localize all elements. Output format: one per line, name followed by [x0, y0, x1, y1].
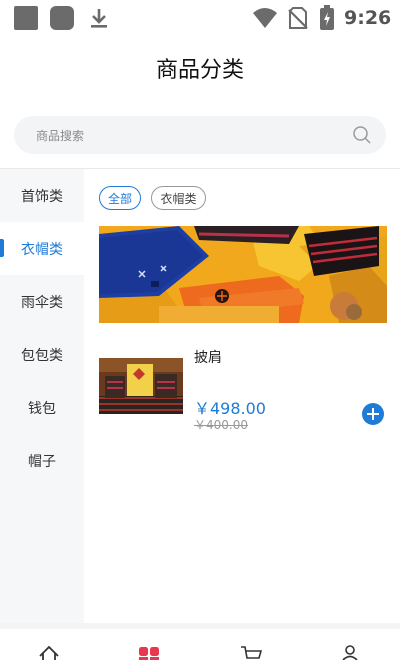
- sidebar-item-label: 首饰类: [21, 188, 63, 205]
- status-time: 9:26: [344, 7, 392, 29]
- banner-image: [99, 226, 387, 323]
- no-sim-icon: [288, 7, 308, 29]
- category-icon[interactable]: [138, 645, 160, 660]
- sidebar-item-label: 雨伞类: [21, 294, 63, 311]
- status-bar: 9:26: [0, 0, 400, 36]
- promo-banner[interactable]: [99, 226, 387, 323]
- filter-chip-all[interactable]: 全部: [99, 186, 141, 210]
- bottom-nav: [0, 629, 400, 660]
- download-icon: [91, 9, 107, 28]
- chip-label: 衣帽类: [160, 191, 197, 206]
- product-original-price: ￥400.00: [194, 418, 248, 432]
- product-image[interactable]: [99, 358, 183, 414]
- product-thumbnail: [99, 358, 183, 414]
- sidebar-item-clothing-hats[interactable]: 衣帽类: [0, 222, 84, 275]
- sidebar-item-umbrellas[interactable]: 雨伞类: [0, 275, 84, 328]
- home-icon[interactable]: [38, 645, 60, 660]
- chip-label: 全部: [107, 191, 132, 206]
- add-to-cart-button[interactable]: [362, 403, 384, 425]
- product-name[interactable]: 披肩: [194, 347, 222, 367]
- sidebar-item-label: 帽子: [28, 453, 56, 470]
- category-sidebar: 首饰类 衣帽类 雨伞类 包包类 钱包 帽子: [0, 169, 84, 623]
- search-input[interactable]: 商品搜索: [14, 116, 386, 154]
- sidebar-item-jewelry[interactable]: 首饰类: [0, 169, 84, 222]
- sidebar-item-wallets[interactable]: 钱包: [0, 381, 84, 434]
- filter-chip-clothing-hats[interactable]: 衣帽类: [151, 186, 206, 210]
- active-indicator: [0, 239, 4, 257]
- page-title: 商品分类: [155, 58, 244, 83]
- battery-charging-icon: [320, 5, 334, 30]
- wifi-icon: [253, 8, 277, 28]
- app-notification-icon: [14, 6, 38, 30]
- sidebar-item-label: 钱包: [28, 400, 56, 417]
- sidebar-item-label: 衣帽类: [21, 241, 63, 258]
- search-icon[interactable]: [352, 125, 372, 145]
- profile-icon[interactable]: [342, 645, 358, 660]
- search-placeholder: 商品搜索: [36, 129, 85, 143]
- sidebar-item-hats[interactable]: 帽子: [0, 434, 84, 487]
- cart-icon[interactable]: [240, 645, 262, 660]
- sidebar-item-bags[interactable]: 包包类: [0, 328, 84, 381]
- app-notification-icon: [50, 6, 74, 30]
- sidebar-item-label: 包包类: [21, 347, 63, 364]
